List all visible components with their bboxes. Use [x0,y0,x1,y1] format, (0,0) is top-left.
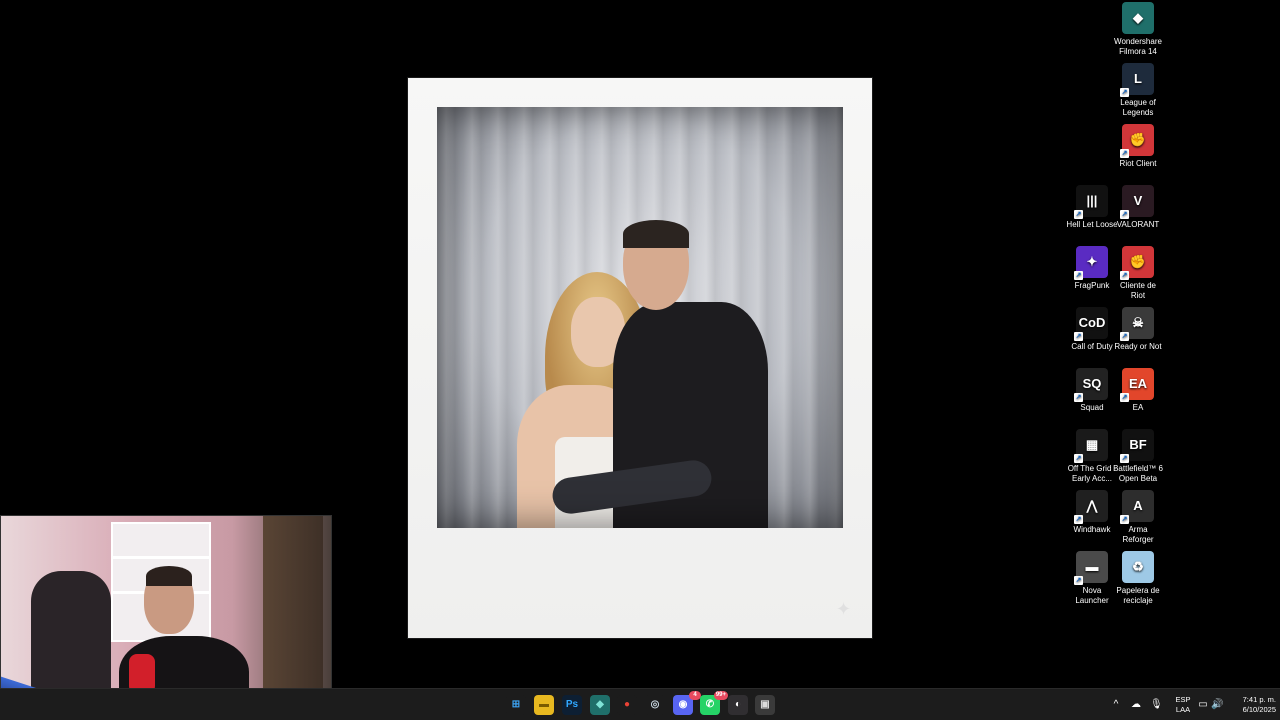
photoshop-icon[interactable]: Ps [562,695,582,715]
desktop-shortcut[interactable]: L ↗ League of Legends [1112,63,1164,118]
language-indicator[interactable]: ESP LAA [1172,695,1194,715]
filmora-icon: ◆ [1122,2,1154,34]
clock-time: 7:41 p. m. [1242,695,1276,704]
desktop-shortcut-label: VALORANT [1116,220,1160,229]
keyboard-layout: LAA [1175,705,1191,714]
photo-viewer-icon[interactable]: ▣ [755,695,775,715]
shortcut-arrow-icon: ↗ [1120,393,1129,402]
desktop-shortcut-label: Wondershare Filmora 14 [1114,37,1162,56]
shortcut-arrow-icon: ↗ [1120,271,1129,280]
desktop-shortcut[interactable]: EA ↗ EA [1112,368,1164,413]
nova-launcher-icon: ▬ ↗ [1074,551,1108,585]
volume-icon[interactable]: 🔊 [1211,699,1223,711]
shortcut-arrow-icon: ↗ [1074,332,1083,341]
desktop-shortcut-label: FragPunk [1074,281,1110,290]
clock[interactable]: 7:41 p. m. 6/10/2025 [1224,695,1276,715]
taskbar: ⊞ ▬ Ps ◆ ● ◎ ◉ 4 ✆ 99+ ◐ ▣ ^ ☁ 🎙 ESP LAA ▭ 🔊 7:41 p… [0,688,1280,720]
desktop-shortcut-label: Riot Client [1119,159,1157,168]
file-explorer-icon[interactable]: ▬ [534,695,554,715]
call-of-duty-icon: CoD ↗ [1074,307,1108,341]
network-icon[interactable]: ▭ [1197,699,1209,711]
desktop-shortcut[interactable]: ⋀ ↗ Windhawk [1066,490,1118,535]
desktop-shortcut-label: Off The Grid - Early Acc... [1067,464,1117,483]
desktop-shortcut-label: Call of Duty [1071,342,1113,351]
webcam-shelf-line [111,556,211,559]
desktop-shortcut-label: Hell Let Loose [1066,220,1118,229]
desktop-icon-grid: ◆ Wondershare Filmora 14 L ↗ League of Legen… [1066,0,1280,690]
desktop-shortcut[interactable]: ♻ Papelera de reciclaje [1112,551,1164,606]
fragpunk-icon: ✦ ↗ [1074,246,1108,280]
desktop-shortcut[interactable]: A ↗ Arma Reforger [1112,490,1164,545]
photo-vignette [437,107,843,528]
league-of-legends-icon: L ↗ [1120,63,1154,97]
valorant-icon: V ↗ [1120,185,1154,219]
arma-reforger-icon: A ↗ [1120,490,1154,524]
desktop-shortcut[interactable]: CoD ↗ Call of Duty [1066,307,1118,352]
desktop-shortcut-label: Arma Reforger [1122,525,1154,544]
shortcut-arrow-icon: ↗ [1074,454,1083,463]
squad-icon: SQ ↗ [1074,368,1108,402]
notification-badge: 99+ [713,691,728,700]
desktop-shortcut-label: League of Legends [1120,98,1156,117]
onedrive-icon[interactable]: ☁ [1130,699,1142,711]
cliente-de-riot-icon: ✊ ↗ [1120,246,1154,280]
chrome-icon[interactable]: ● [617,695,637,715]
filmora-taskbar-icon[interactable]: ◆ [590,695,610,715]
steam-icon[interactable]: ◎ [645,695,665,715]
windhawk-icon: ⋀ ↗ [1074,490,1108,524]
desktop-shortcut[interactable]: ✦ ↗ FragPunk [1066,246,1118,291]
shortcut-arrow-icon: ↗ [1120,149,1129,158]
desktop-shortcut-label: Ready or Not [1114,342,1162,351]
desktop-shortcut-label: Cliente de Riot [1119,281,1157,300]
shortcut-arrow-icon: ↗ [1074,576,1083,585]
desktop-shortcut[interactable]: ☠ ↗ Ready or Not [1112,307,1164,352]
recycle-bin-icon: ♻ [1122,551,1154,583]
desktop-shortcut-label: Battlefield™ 6 Open Beta [1113,464,1163,483]
obs-icon[interactable]: ◐ [728,695,748,715]
ready-or-not-icon: ☠ ↗ [1120,307,1154,341]
desktop-shortcut-label: Windhawk [1073,525,1111,534]
desktop-shortcut[interactable]: ▬ ↗ Nova Launcher [1066,551,1118,606]
language-code: ESP [1175,695,1191,704]
shortcut-arrow-icon: ↗ [1074,393,1083,402]
shortcut-arrow-icon: ↗ [1120,88,1129,97]
desktop-shortcut[interactable]: ✊ ↗ Riot Client [1112,124,1164,169]
sparkle-icon: ✦ [836,599,852,619]
photo-viewer-polaroid: ✦ [408,78,872,638]
desktop-shortcut[interactable]: ▦ ↗ Off The Grid - Early Acc... [1066,429,1118,484]
clock-date: 6/10/2025 [1242,705,1276,714]
desktop-shortcut[interactable]: ✊ ↗ Cliente de Riot [1112,246,1164,301]
shortcut-arrow-icon: ↗ [1120,210,1129,219]
shortcut-arrow-icon: ↗ [1120,454,1129,463]
desktop-shortcut[interactable]: BF ↗ Battlefield™ 6 Open Beta [1112,429,1164,484]
desktop-shortcut-label: Papelera de reciclaje [1116,586,1160,605]
polaroid-photo [437,107,843,528]
shortcut-arrow-icon: ↗ [1074,210,1083,219]
desktop-shortcut[interactable]: SQ ↗ Squad [1066,368,1118,413]
riot-client-icon: ✊ ↗ [1120,124,1154,158]
start-button[interactable]: ⊞ [506,695,526,715]
webcam-person-hair [146,566,192,586]
discord-icon[interactable]: ◉ 4 [673,691,701,715]
desktop-shortcut-label: Nova Launcher [1075,586,1109,605]
desktop-shortcut-label: Squad [1080,403,1104,412]
whatsapp-icon[interactable]: ✆ 99+ [700,691,728,715]
shortcut-arrow-icon: ↗ [1120,515,1129,524]
shortcut-arrow-icon: ↗ [1074,271,1083,280]
shortcut-arrow-icon: ↗ [1074,515,1083,524]
off-the-grid-icon: ▦ ↗ [1074,429,1108,463]
ea-icon: EA ↗ [1120,368,1154,402]
battlefield-icon: BF ↗ [1120,429,1154,463]
microphone-icon[interactable]: 🎙 [1150,699,1163,711]
hell-let-loose-icon: ||| ↗ [1074,185,1108,219]
desktop-shortcut[interactable]: ||| ↗ Hell Let Loose [1066,185,1118,230]
tray-chevron-icon[interactable]: ^ [1110,699,1122,711]
shortcut-arrow-icon: ↗ [1120,332,1129,341]
desktop-shortcut[interactable]: ◆ Wondershare Filmora 14 [1112,2,1164,57]
desktop-shortcut[interactable]: V ↗ VALORANT [1112,185,1164,230]
desktop-shortcut-label: EA [1132,403,1144,412]
